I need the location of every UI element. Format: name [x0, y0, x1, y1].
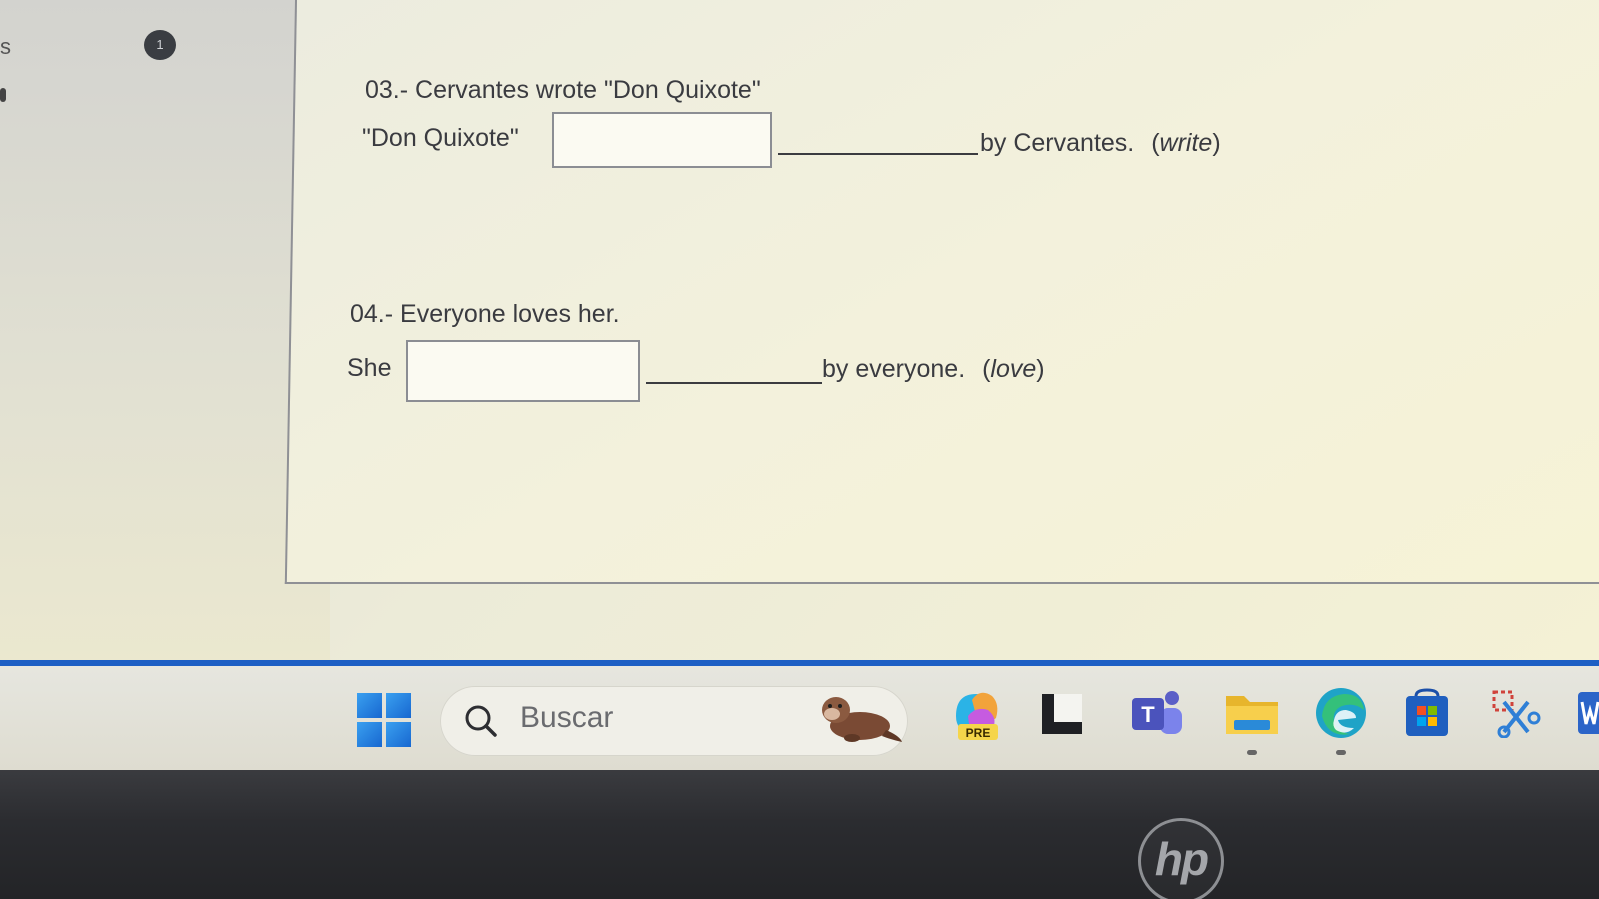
hint-close: ) [1212, 129, 1221, 157]
teams-icon[interactable]: T [1130, 688, 1184, 738]
question-3-blank-line [778, 153, 978, 155]
search-placeholder[interactable]: Buscar [520, 701, 613, 735]
edge-icon[interactable] [1314, 686, 1368, 740]
question-3-prompt: 03.- Cervantes wrote "Don Quixote" [365, 76, 761, 104]
hp-logo: hp [1138, 818, 1224, 899]
left-sidebar: s 1 [0, 0, 330, 664]
word-icon[interactable] [1578, 690, 1599, 736]
sidebar-partial-text: s [0, 34, 11, 59]
question-4-hint: (love) [982, 355, 1045, 383]
search-icon [465, 705, 497, 737]
copilot-badge-text: PRE [966, 726, 991, 740]
microsoft-store-icon[interactable] [1402, 688, 1452, 738]
otter-widget-icon[interactable] [812, 690, 904, 746]
question-3-answer-input[interactable] [552, 112, 772, 168]
question-3-rest-text: by Cervantes. [980, 129, 1135, 157]
screen: s 1 03.- Cervantes wrote "Don Quixote" "… [0, 0, 1599, 899]
laptop-bezel [0, 770, 1599, 899]
question-3-rest: by Cervantes. (write) [980, 129, 1221, 158]
task-view-icon[interactable] [1040, 692, 1084, 736]
sidebar-partial-marker [0, 88, 6, 102]
question-4-rest: by everyone. (love) [822, 355, 1045, 384]
question-4-blank-line [646, 382, 822, 384]
question-4-prompt: 04.- Everyone loves her. [350, 300, 620, 328]
notification-badge[interactable]: 1 [144, 30, 176, 60]
copilot-pre-icon[interactable]: PRE [950, 686, 1004, 744]
question-4-hint-verb: love [990, 355, 1037, 383]
question-4-answer-input[interactable] [406, 340, 640, 402]
edge-running-indicator [1336, 750, 1346, 755]
windows-start-icon[interactable] [357, 693, 411, 747]
file-explorer-icon[interactable] [1224, 688, 1280, 736]
hint-close: ) [1036, 355, 1045, 383]
question-3-subject: "Don Quixote" [362, 124, 519, 152]
question-3-hint-verb: write [1159, 129, 1213, 157]
teams-letter: T [1141, 702, 1155, 727]
snipping-tool-icon[interactable] [1490, 688, 1542, 738]
hint-open: ( [1151, 129, 1160, 157]
file-explorer-running-indicator [1247, 750, 1257, 755]
question-4-subject: She [347, 354, 392, 382]
desktop-area: s 1 03.- Cervantes wrote "Don Quixote" "… [0, 0, 1599, 664]
question-4-rest-text: by everyone. [822, 355, 966, 383]
question-3-hint: (write) [1151, 129, 1220, 157]
